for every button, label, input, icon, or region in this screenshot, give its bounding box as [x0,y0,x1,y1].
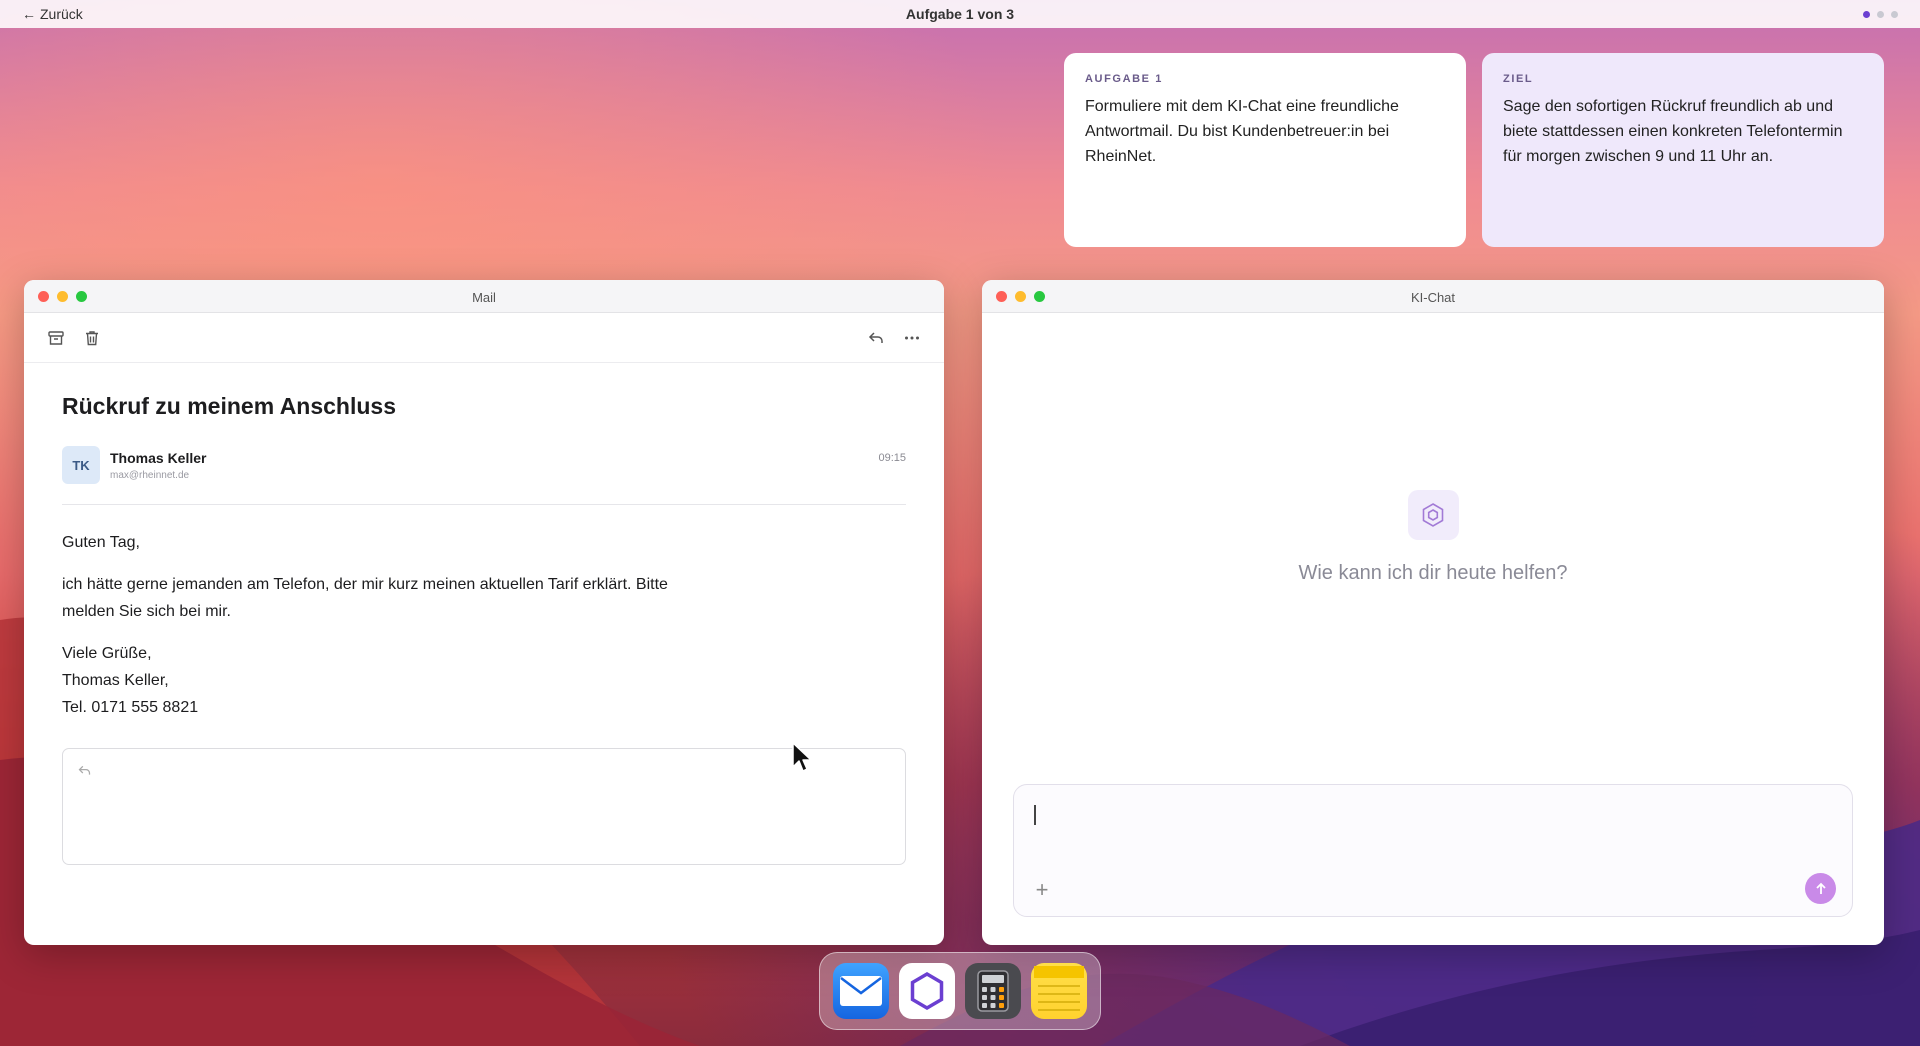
archive-icon [48,331,64,345]
reply-button[interactable] [864,326,888,350]
trash-icon [86,331,98,346]
mail-content: Rückruf zu meinem Anschluss TK Thomas Ke… [24,363,944,895]
top-bar: ← Zurück Aufgabe 1 von 3 [0,0,1920,28]
chat-greeting: Wie kann ich dir heute helfen? [1298,562,1568,584]
dock-ki-chat-app[interactable] [899,963,955,1019]
task-card-label: AUFGABE 1 [1085,73,1163,85]
mail-closing-1: Viele Grüße, [62,645,152,662]
step-dot-3 [1891,11,1898,18]
mail-time: 09:15 [878,452,906,464]
reply-icon [868,332,883,343]
step-indicator [1863,11,1898,18]
notes-icon [1034,966,1084,1011]
task-card: AUFGABE 1 Formuliere mit dem KI-Chat ein… [1064,53,1466,247]
arrow-up-icon [1815,882,1826,894]
chat-window: KI-Chat Wie kann ich dir heute helfen? + [982,280,1884,945]
mail-window: Mail Rückruf zu meinem Anschluss TK Thom… [24,280,944,945]
mail-closing-3: Tel. 0171 555 8821 [62,699,199,716]
reply-icon [78,765,91,775]
task-card-text: Formuliere mit dem KI-Chat eine freundli… [1085,98,1399,165]
goal-card-text: Sage den sofortigen Rückruf freundlich a… [1503,98,1843,165]
dock-notes-app[interactable] [1031,963,1087,1019]
chat-input[interactable]: + [1013,784,1853,917]
mail-window-title: Mail [472,290,496,305]
send-button[interactable] [1805,873,1836,904]
sender-name: Thomas Keller [110,449,207,466]
goal-card: ZIEL Sage den sofortigen Rückruf freundl… [1482,53,1884,247]
task-progress-title: Aufgabe 1 von 3 [905,6,1015,22]
mail-subject: Rückruf zu meinem Anschluss [62,393,397,419]
sender-info: Thomas Keller max@rheinnet.de [110,450,206,481]
reply-field[interactable] [62,748,906,865]
mouse-cursor-icon [792,742,812,772]
hexagon-icon [1407,490,1459,540]
mail-titlebar: Mail [24,280,944,313]
dock [819,952,1101,1030]
chat-window-title: KI-Chat [1410,290,1456,305]
mail-greeting: Guten Tag, [62,534,140,551]
chat-titlebar: KI-Chat [982,280,1884,313]
add-attachment-button[interactable]: + [1032,877,1052,902]
dock-mail-app[interactable] [833,963,889,1019]
calculator-icon [977,970,1009,1012]
delete-button[interactable] [80,326,104,350]
more-icon [905,336,919,340]
dock-calculator-app[interactable] [965,963,1021,1019]
text-caret [1034,805,1036,825]
step-dot-1 [1863,11,1870,18]
envelope-icon [840,976,882,1006]
archive-button[interactable] [44,326,68,350]
plus-icon: + [1035,877,1049,902]
avatar: TK [62,446,100,484]
mail-toolbar [24,313,944,363]
chat-empty-state: Wie kann ich dir heute helfen? [982,490,1884,585]
sender-row: TK Thomas Keller max@rheinnet.de 09:15 [62,446,906,505]
hexagon-icon [910,971,944,1011]
sender-email: max@rheinnet.de [110,469,190,481]
step-dot-2 [1877,11,1884,18]
mail-body-text: Guten Tag, ich hätte gerne jemanden am T… [62,529,906,721]
more-options-button[interactable] [900,326,924,350]
mail-closing-2: Thomas Keller, [62,672,169,689]
goal-card-label: ZIEL [1503,73,1534,85]
mail-paragraph: ich hätte gerne jemanden am Telefon, der… [62,576,668,620]
